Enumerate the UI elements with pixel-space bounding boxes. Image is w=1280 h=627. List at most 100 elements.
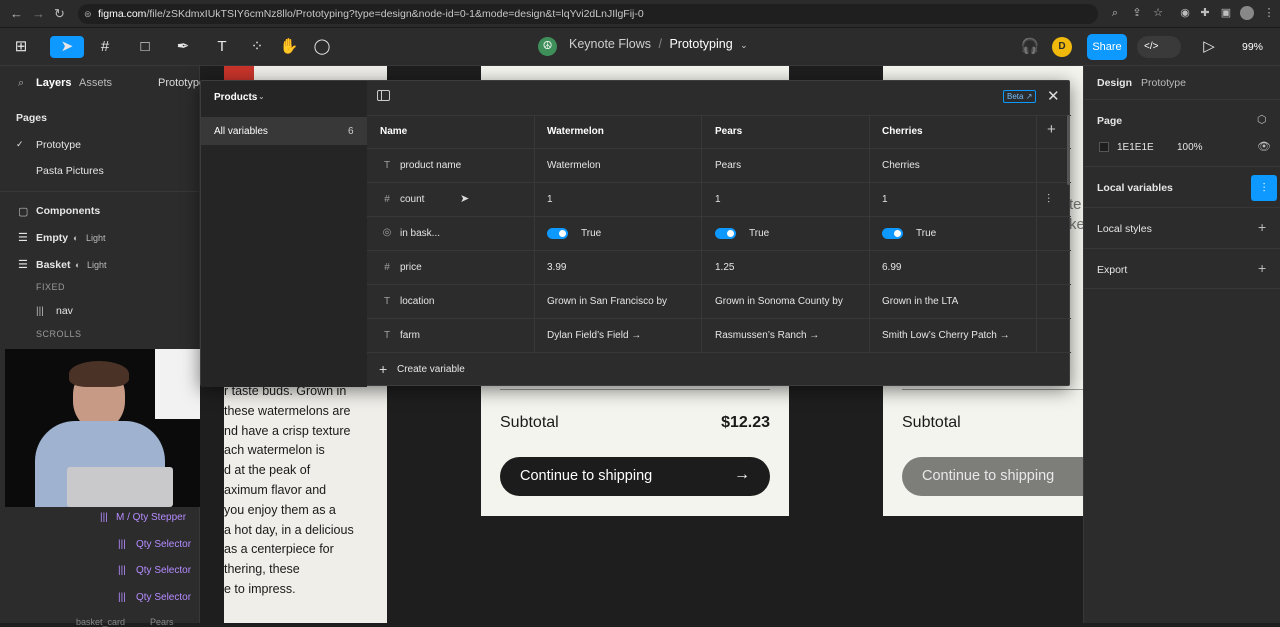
variable-value[interactable]: Cherries	[882, 160, 920, 171]
share-page-icon[interactable]: ⇪	[1130, 6, 1144, 20]
color-swatch[interactable]	[1099, 142, 1109, 152]
chevron-down-icon[interactable]: ⌄	[258, 92, 265, 101]
layer-qty-selector[interactable]: Qty Selector	[136, 539, 191, 550]
variable-row[interactable]: # price 3.99 1.25 6.99	[367, 250, 1071, 284]
layer-nav[interactable]: nav	[56, 305, 73, 317]
headphones-icon[interactable]: 🎧	[1019, 36, 1041, 58]
layer-empty[interactable]: Empty	[36, 232, 68, 244]
open-variables-icon[interactable]: ⫶	[1251, 175, 1277, 201]
text-tool-icon[interactable]: T	[211, 36, 233, 58]
chevron-down-icon[interactable]: ⌄	[740, 40, 748, 50]
toggle-sidebar-icon[interactable]	[377, 90, 390, 101]
tab-assets[interactable]: Assets	[79, 77, 112, 89]
variable-value[interactable]: Smith Low’s Cherry Patch →	[882, 330, 1010, 341]
variable-name[interactable]: location	[400, 296, 434, 307]
column-header-cherries[interactable]: Cherries	[882, 126, 923, 137]
continue-button-disabled[interactable]: Continue to shipping	[902, 457, 1083, 496]
resources-icon[interactable]: ⁘	[246, 36, 268, 58]
move-tool-icon[interactable]: ➤	[50, 36, 84, 58]
scrollbar[interactable]	[1067, 115, 1070, 185]
hand-tool-icon[interactable]: ✋	[278, 36, 300, 58]
column-header-watermelon[interactable]: Watermelon	[547, 126, 604, 137]
reload-icon[interactable]: ↻	[54, 6, 65, 22]
zoom-icon[interactable]: ⌕	[1108, 6, 1122, 20]
comment-tool-icon[interactable]: ◯	[311, 36, 333, 58]
page-item-prototype[interactable]: Prototype	[36, 139, 81, 151]
components-layer[interactable]: Components	[36, 205, 100, 217]
site-info-icon[interactable]: ⊜	[84, 4, 92, 24]
add-style-icon[interactable]: +	[1258, 219, 1266, 235]
share-button[interactable]: Share	[1087, 34, 1127, 60]
page-color-value[interactable]: 1E1E1E	[1117, 142, 1154, 153]
variable-value[interactable]: Grown in San Francisco by	[547, 296, 667, 307]
add-mode-icon[interactable]: +	[1047, 121, 1056, 138]
sidebar-icon[interactable]: ▣	[1219, 6, 1233, 20]
variable-row[interactable]: T product name Watermelon Pears Cherries	[367, 148, 1071, 182]
search-icon[interactable]: ⌕	[18, 77, 24, 90]
page-opacity-value[interactable]: 100%	[1177, 142, 1203, 153]
close-icon[interactable]: ✕	[1047, 87, 1060, 105]
tab-design[interactable]: Design	[1097, 77, 1132, 89]
variable-value[interactable]: 1	[547, 194, 553, 205]
create-variable-button[interactable]: + Create variable	[377, 361, 497, 381]
boolean-toggle[interactable]	[547, 228, 568, 239]
puzzle-icon[interactable]: ✚	[1198, 6, 1212, 20]
zoom-level[interactable]: 99%	[1242, 41, 1263, 53]
avatar[interactable]: D	[1052, 37, 1072, 57]
extension-icon[interactable]: ◉	[1178, 6, 1192, 20]
variable-value[interactable]: Grown in the LTA	[882, 296, 958, 307]
layer-basket-card[interactable]: basket_card	[76, 617, 125, 627]
layer-basket[interactable]: Basket	[36, 259, 70, 271]
back-icon[interactable]: ←	[10, 6, 23, 21]
variable-mode-icon[interactable]: ⬡	[1257, 113, 1267, 126]
variable-row[interactable]: T farm Dylan Field’s Field → Rasmussen’s…	[367, 318, 1071, 352]
column-header-pears[interactable]: Pears	[715, 126, 742, 137]
eye-icon[interactable]: 👁	[1257, 140, 1271, 153]
variable-name[interactable]: count	[400, 194, 424, 205]
variable-value[interactable]: Pears	[715, 160, 741, 171]
variable-value[interactable]: 3.99	[547, 262, 566, 273]
add-export-icon[interactable]: +	[1258, 260, 1266, 276]
present-icon[interactable]: ▷	[1198, 36, 1220, 58]
variable-value[interactable]: 1.25	[715, 262, 734, 273]
file-name[interactable]: Keynote Flows / Prototyping ⌄	[569, 37, 748, 51]
dev-mode-toggle[interactable]: </>	[1137, 36, 1181, 58]
frame-tool-icon[interactable]: #	[94, 36, 116, 58]
boolean-toggle[interactable]	[715, 228, 736, 239]
main-menu-icon[interactable]: ⊞	[10, 36, 32, 58]
tab-layers[interactable]: Layers	[36, 77, 71, 89]
shape-tool-icon[interactable]: □	[134, 36, 156, 58]
tab-prototype[interactable]: Prototype	[158, 77, 205, 89]
variable-value[interactable]: Rasmussen’s Ranch →	[715, 330, 819, 341]
variable-value[interactable]: Grown in Sonoma County by	[715, 296, 843, 307]
bookmark-icon[interactable]: ☆	[1151, 6, 1165, 20]
edit-variable-icon[interactable]: ⫶	[1047, 192, 1050, 207]
variable-name[interactable]: in bask...	[400, 228, 440, 239]
boolean-toggle[interactable]	[882, 228, 903, 239]
tab-prototype-right[interactable]: Prototype	[1141, 77, 1186, 89]
variable-value[interactable]: 6.99	[882, 262, 901, 273]
pen-tool-icon[interactable]: ✒	[172, 36, 194, 58]
variable-row[interactable]: # count ➤ 1 1 1 ⫶	[367, 182, 1071, 216]
continue-button[interactable]: Continue to shipping →	[500, 457, 770, 496]
variable-name[interactable]: farm	[400, 330, 420, 341]
variable-value[interactable]: Dylan Field’s Field →	[547, 330, 641, 341]
local-variables-title[interactable]: Local variables	[1097, 182, 1173, 194]
collection-name[interactable]: Products	[214, 92, 257, 103]
variable-value[interactable]: 1	[882, 194, 888, 205]
page-item-pasta[interactable]: Pasta Pictures	[36, 165, 104, 177]
variable-value[interactable]: 1	[715, 194, 721, 205]
variable-row[interactable]: T location Grown in San Francisco by Gro…	[367, 284, 1071, 318]
variable-row[interactable]: ◎ in bask... True True True	[367, 216, 1071, 250]
menu-icon[interactable]: ⋮	[1262, 6, 1276, 20]
forward-icon[interactable]: →	[32, 6, 45, 21]
variable-value[interactable]: Watermelon	[547, 160, 601, 171]
address-bar[interactable]: ⊜ figma.com/file/zSKdmxIUkTSIY6cmNz8llo/…	[78, 4, 1098, 24]
layer-qty-selector[interactable]: Qty Selector	[136, 592, 191, 603]
profile-icon[interactable]	[1240, 6, 1254, 20]
sidebar-item-all-variables[interactable]: All variables 6	[201, 117, 367, 145]
layer-qty-stepper[interactable]: M / Qty Stepper	[116, 512, 186, 523]
variable-name[interactable]: price	[400, 262, 422, 273]
layer-qty-selector[interactable]: Qty Selector	[136, 565, 191, 576]
variable-name[interactable]: product name	[400, 160, 461, 171]
